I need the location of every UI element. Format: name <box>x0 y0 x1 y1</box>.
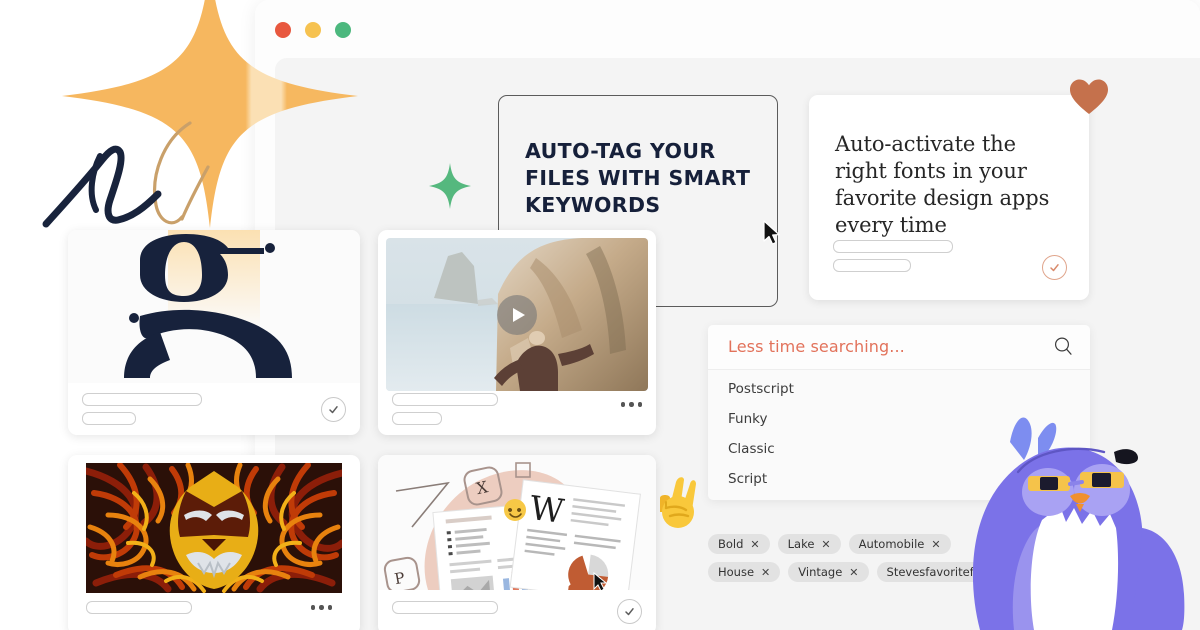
more-options-icon <box>620 402 642 407</box>
placeholder-bars <box>392 601 498 620</box>
lion-card-more-button[interactable] <box>310 605 332 610</box>
search-input[interactable]: Less time searching... <box>728 337 905 356</box>
promo-check-button[interactable] <box>1042 255 1067 280</box>
card-footer <box>378 593 656 630</box>
placeholder-bars <box>833 240 958 278</box>
check-circle-icon <box>1042 255 1067 280</box>
search-option-3[interactable]: Script <box>728 471 767 487</box>
glyph-thumbnail <box>68 230 360 383</box>
tag-label: Automobile <box>858 537 925 551</box>
screenshot-stage: Auto-tag your files with smart keywords … <box>0 0 1200 630</box>
placeholder-bars <box>392 393 498 431</box>
tag-label: Bold <box>718 537 744 551</box>
placeholder-bars <box>86 601 192 620</box>
letter-g-glyph <box>124 230 292 378</box>
search-option-0[interactable]: Postscript <box>728 381 794 397</box>
check-circle-icon <box>617 599 642 624</box>
search-option-2[interactable]: Classic <box>728 441 775 457</box>
tag-chip[interactable]: Lake ✕ <box>777 534 841 554</box>
tag-chip[interactable]: Bold ✕ <box>708 534 770 554</box>
play-button-icon[interactable] <box>497 295 537 335</box>
glyph-card-check-button[interactable] <box>321 397 346 422</box>
video-card[interactable] <box>378 230 656 435</box>
svg-text:W: W <box>528 488 566 531</box>
tag-chip[interactable]: Automobile ✕ <box>848 534 951 554</box>
card-footer <box>68 593 360 630</box>
tag-label: Vintage <box>798 565 843 579</box>
card-footer <box>378 383 656 435</box>
glyph-card[interactable] <box>68 230 360 435</box>
more-options-icon <box>310 605 332 610</box>
window-titlebar <box>255 0 1200 58</box>
promo-card-text: Auto-activate the right fonts in your fa… <box>835 132 1050 237</box>
magnifier-icon[interactable] <box>1053 336 1074 357</box>
close-x-icon[interactable]: ✕ <box>821 539 830 550</box>
close-x-icon[interactable]: ✕ <box>931 539 940 550</box>
close-x-icon[interactable]: ✕ <box>761 567 770 578</box>
card-footer <box>68 383 360 435</box>
documents-illustration: X P W <box>378 455 656 590</box>
close-x-icon[interactable]: ✕ <box>849 567 858 578</box>
search-option-1[interactable]: Funky <box>728 411 767 427</box>
check-circle-icon <box>321 397 346 422</box>
victory-hand-emoji <box>660 477 696 528</box>
cliff-coast-photo <box>386 238 648 391</box>
svg-text:P: P <box>393 569 406 588</box>
callout-headline: Auto-tag your files with smart keywords <box>525 139 751 217</box>
green-four-point-star <box>429 163 471 209</box>
video-card-more-button[interactable] <box>620 402 642 407</box>
tag-label: Lake <box>787 537 815 551</box>
tag-label: House <box>718 565 755 579</box>
script-letter-a <box>42 145 162 228</box>
heart-icon[interactable] <box>1069 78 1109 116</box>
pointer-arrow-icon <box>763 220 780 245</box>
search-bar[interactable]: Less time searching... <box>708 325 1090 370</box>
promo-card[interactable]: Auto-activate the right fonts in your fa… <box>809 95 1089 300</box>
tag-chip[interactable]: Vintage ✕ <box>788 562 869 582</box>
documents-card[interactable]: X P W <box>378 455 656 630</box>
close-x-icon[interactable]: ✕ <box>750 539 759 550</box>
flame-lion-illustration <box>86 463 342 593</box>
tag-chip[interactable]: House ✕ <box>708 562 781 582</box>
placeholder-bars <box>82 393 202 431</box>
lion-card[interactable] <box>68 455 360 630</box>
bird-mascot <box>972 417 1185 630</box>
documents-card-check-button[interactable] <box>617 599 642 624</box>
